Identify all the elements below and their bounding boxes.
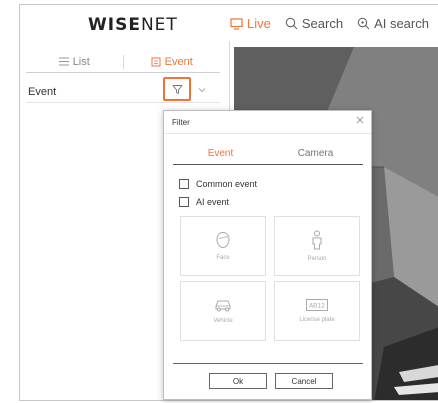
common-event-checkbox[interactable] bbox=[179, 179, 189, 189]
tile-face[interactable]: Face bbox=[180, 216, 266, 276]
nav-live-label: Live bbox=[247, 16, 271, 31]
search-icon bbox=[285, 17, 298, 30]
nav-search[interactable]: Search bbox=[285, 16, 343, 31]
filter-dialog-title: Filter bbox=[172, 118, 190, 127]
filter-icon bbox=[172, 84, 182, 94]
close-icon[interactable] bbox=[356, 116, 364, 124]
footer-divider bbox=[173, 363, 363, 364]
sidebar-tabs: List Event bbox=[26, 51, 220, 73]
ai-search-icon bbox=[357, 17, 370, 30]
cancel-button[interactable]: Cancel bbox=[275, 373, 333, 389]
filter-tab-event[interactable]: Event bbox=[173, 145, 268, 164]
common-event-checkbox-row[interactable]: Common event bbox=[179, 179, 257, 189]
filter-tab-camera[interactable]: Camera bbox=[268, 145, 363, 164]
ai-event-label: AI event bbox=[196, 197, 230, 207]
monitor-icon bbox=[230, 17, 243, 30]
wisenet-logo: WISENET bbox=[88, 15, 178, 35]
event-row-label: Event bbox=[28, 86, 57, 98]
ok-button[interactable]: Ok bbox=[209, 373, 267, 389]
top-nav: Live Search AI search bbox=[230, 16, 429, 31]
nav-ai-search[interactable]: AI search bbox=[357, 16, 429, 31]
nav-search-label: Search bbox=[301, 16, 344, 31]
tile-license-plate-label: License plate bbox=[299, 317, 335, 323]
tile-license-plate[interactable]: AB12 License plate bbox=[274, 281, 360, 341]
tab-list-label: List bbox=[72, 55, 90, 68]
face-icon bbox=[216, 231, 230, 249]
common-event-label: Common event bbox=[196, 179, 258, 189]
tab-list[interactable]: List bbox=[26, 51, 123, 72]
tile-person[interactable]: Person bbox=[274, 216, 360, 276]
license-plate-icon: AB12 bbox=[306, 299, 328, 311]
ai-event-checkbox[interactable] bbox=[179, 197, 189, 207]
filter-dialog: Filter Event Camera Common event AI even… bbox=[163, 110, 372, 400]
filter-tabs: Event Camera bbox=[173, 145, 363, 165]
nav-ai-search-label: AI search bbox=[374, 16, 429, 31]
chevron-down-icon[interactable] bbox=[198, 87, 206, 93]
list-icon bbox=[58, 57, 69, 66]
person-icon bbox=[312, 230, 322, 250]
filter-button[interactable] bbox=[163, 77, 191, 101]
event-filter-row: Event bbox=[26, 77, 220, 103]
event-icon bbox=[151, 57, 161, 66]
tile-face-label: Face bbox=[216, 255, 230, 261]
title-divider bbox=[164, 133, 371, 134]
tile-person-label: Person bbox=[307, 256, 327, 262]
plate-text: AB12 bbox=[309, 303, 325, 310]
vehicle-icon bbox=[215, 300, 231, 312]
tab-event-label: Event bbox=[164, 55, 193, 68]
tile-vehicle-label: Vehicle bbox=[213, 318, 233, 324]
nav-live[interactable]: Live bbox=[230, 16, 271, 31]
tile-vehicle[interactable]: Vehicle bbox=[180, 281, 266, 341]
tab-event[interactable]: Event bbox=[124, 51, 221, 72]
ai-event-checkbox-row[interactable]: AI event bbox=[179, 197, 229, 207]
